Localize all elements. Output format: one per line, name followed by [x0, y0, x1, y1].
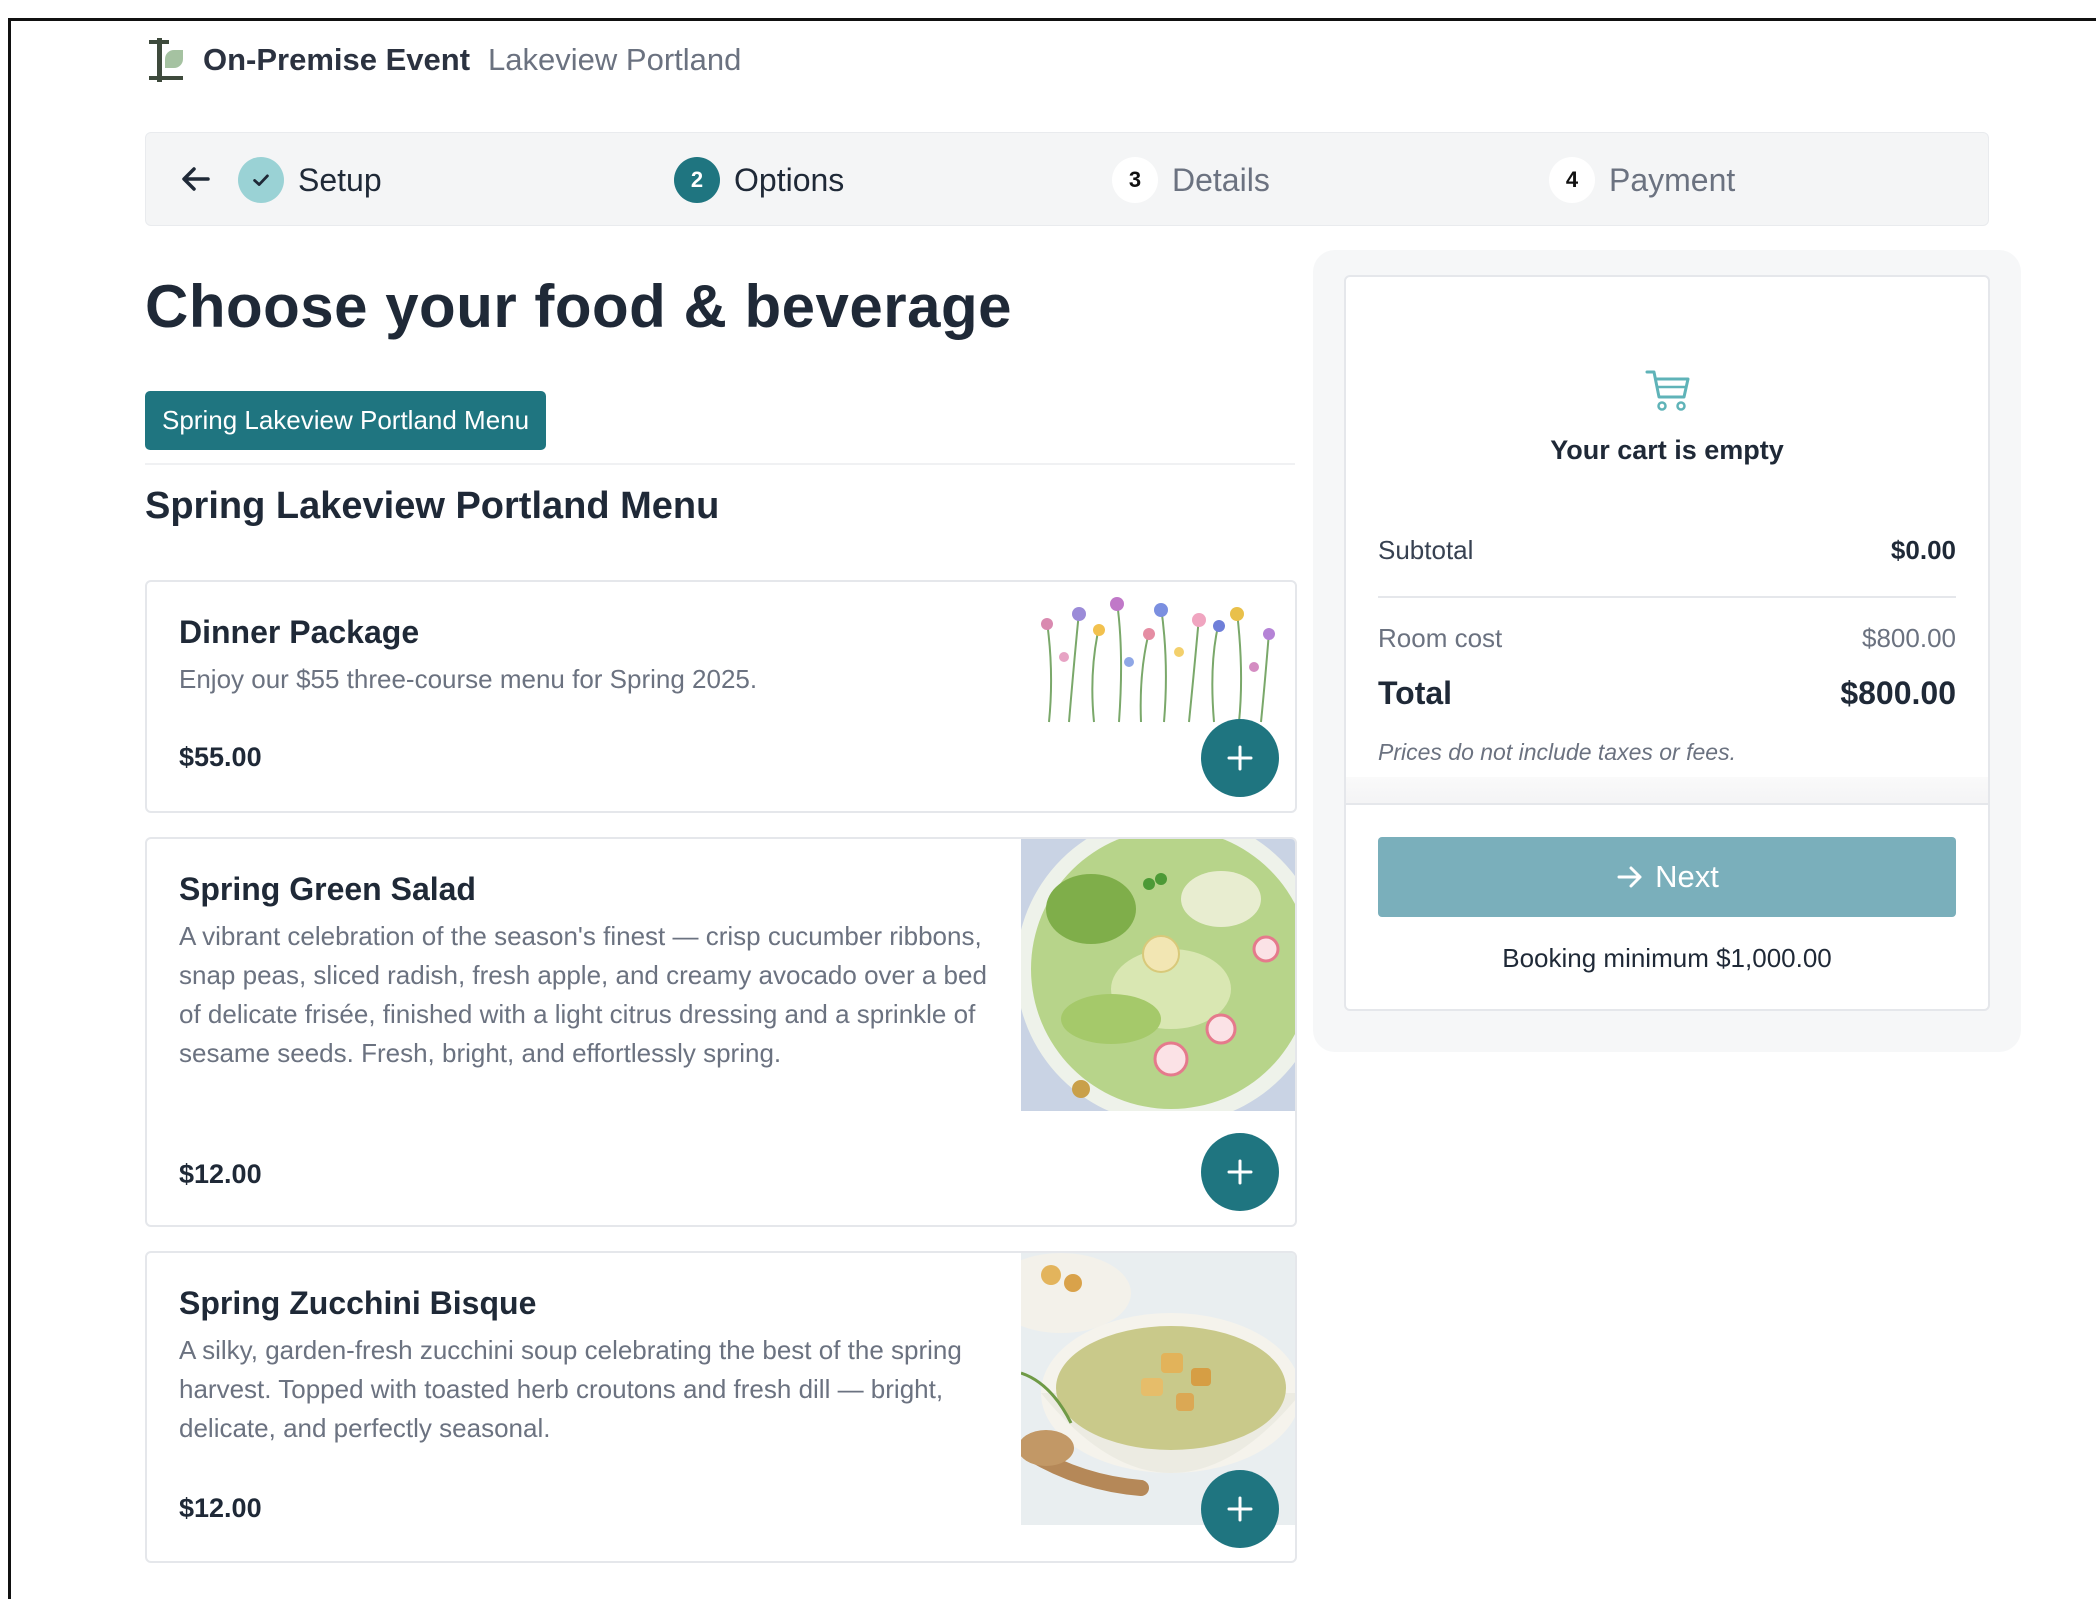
subtotal-value: $0.00	[1890, 535, 1956, 565]
menu-item-card[interactable]: Spring Zucchini Bisque A silky, garden-f…	[145, 1251, 1297, 1563]
step-number: 4	[1549, 157, 1595, 203]
item-name: Dinner Package	[179, 614, 420, 650]
check-icon	[238, 157, 284, 203]
add-item-button[interactable]	[1201, 1470, 1279, 1548]
salad-image	[1021, 839, 1295, 1111]
step-options[interactable]: 2 Options	[674, 157, 844, 203]
add-item-button[interactable]	[1201, 719, 1279, 797]
next-button[interactable]: Next	[1378, 837, 1956, 917]
plus-icon	[1227, 1159, 1253, 1185]
subtotal-label: Subtotal	[1378, 535, 1474, 565]
total-value: $800.00	[1840, 675, 1956, 711]
item-description: A silky, garden-fresh zucchini soup cele…	[179, 1335, 962, 1443]
subtotal-row: Subtotal $0.00	[1378, 535, 1956, 566]
total-row: Total $800.00	[1378, 675, 1956, 712]
cart-panel: Your cart is empty Subtotal $0.00 Room c…	[1344, 275, 1990, 1011]
item-price: $12.00	[179, 1159, 262, 1189]
page-title: Choose your food & beverage	[145, 273, 1012, 340]
venue-name: Lakeview Portland	[488, 42, 742, 77]
item-description: Enjoy our $55 three-course menu for Spri…	[179, 664, 758, 694]
next-label: Next	[1655, 859, 1719, 894]
menu-item-card[interactable]: Dinner Package Enjoy our $55 three-cours…	[145, 580, 1297, 813]
arrow-left-icon[interactable]	[176, 159, 216, 199]
booking-minimum: Booking minimum $1,000.00	[1502, 943, 1832, 973]
room-cost-value: $800.00	[1862, 623, 1956, 653]
divider	[145, 463, 1295, 465]
app-title: On-Premise Event	[203, 42, 471, 77]
add-item-button[interactable]	[1201, 1133, 1279, 1211]
divider	[1378, 596, 1956, 598]
step-label: Setup	[298, 161, 382, 198]
step-details[interactable]: 3 Details	[1112, 157, 1270, 203]
item-name: Spring Zucchini Bisque	[179, 1285, 537, 1321]
arrow-right-icon	[1617, 866, 1642, 888]
item-price: $12.00	[179, 1493, 262, 1523]
total-label: Total	[1378, 675, 1453, 711]
app-header: On-Premise Event Lakeview Portland	[145, 36, 741, 84]
room-cost-label: Room cost	[1378, 623, 1503, 653]
step-label: Payment	[1609, 161, 1736, 198]
wildflowers-image	[1029, 582, 1279, 732]
item-name: Spring Green Salad	[179, 871, 476, 907]
shopping-cart-icon	[1644, 367, 1694, 413]
cart-empty-message: Your cart is empty	[1550, 435, 1784, 465]
step-number: 2	[674, 157, 720, 203]
cart-separator	[1346, 777, 1988, 805]
menu-tab[interactable]: Spring Lakeview Portland Menu	[145, 391, 547, 450]
plus-icon	[1227, 1496, 1253, 1522]
item-description: A vibrant celebration of the season's fi…	[179, 921, 987, 1068]
step-label: Options	[734, 161, 845, 198]
progress-stepper: Setup 2 Options 3 Details 4 Payment	[145, 132, 1989, 226]
section-title: Spring Lakeview Portland Menu	[145, 485, 720, 527]
leaf-logo-icon	[145, 36, 187, 84]
room-cost-row: Room cost $800.00	[1378, 623, 1956, 654]
plus-icon	[1227, 745, 1253, 771]
menu-item-card[interactable]: Spring Green Salad A vibrant celebration…	[145, 837, 1297, 1227]
step-number: 3	[1112, 157, 1158, 203]
item-price: $55.00	[179, 742, 262, 772]
step-label: Details	[1172, 161, 1270, 198]
step-payment[interactable]: 4 Payment	[1549, 157, 1735, 203]
price-disclaimer: Prices do not include taxes or fees.	[1378, 739, 1736, 765]
step-setup[interactable]: Setup	[238, 157, 382, 203]
